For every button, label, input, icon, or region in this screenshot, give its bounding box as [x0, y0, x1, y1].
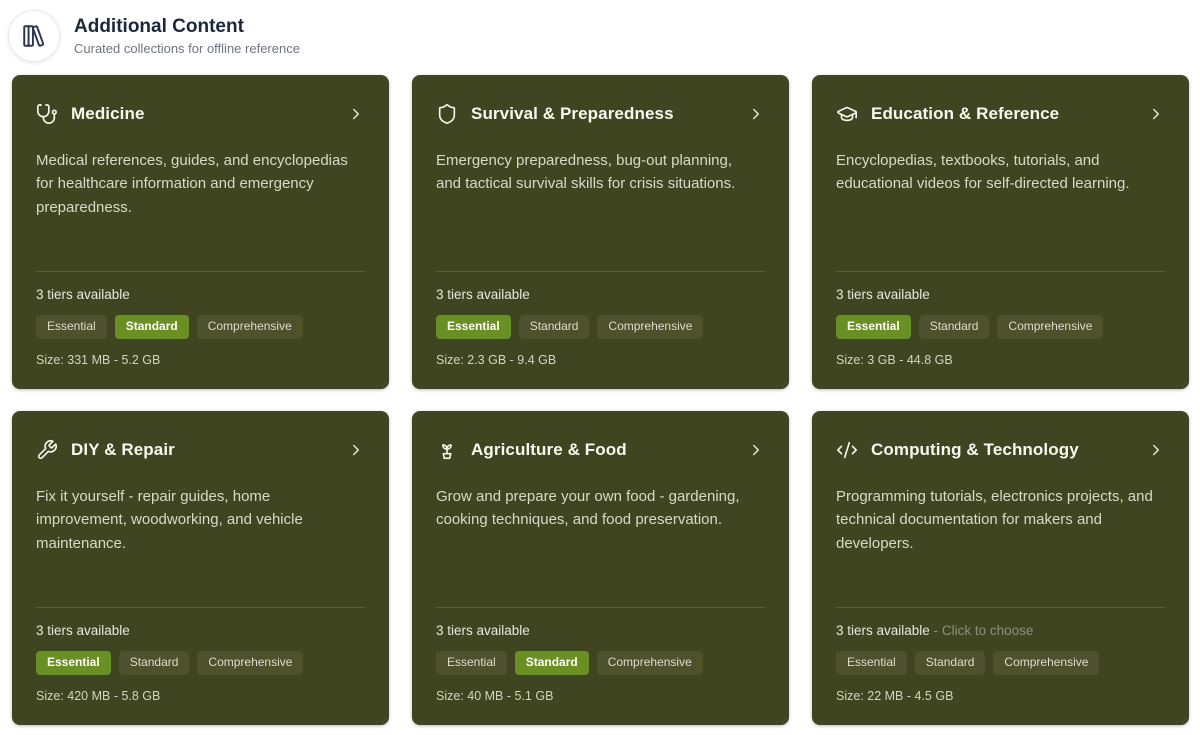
click-to-choose-hint[interactable]: - Click to choose [934, 623, 1034, 638]
tier-badge[interactable]: Comprehensive [993, 651, 1099, 675]
chevron-right-icon[interactable] [747, 105, 765, 123]
tiers-available-text: 3 tiers available [36, 623, 365, 638]
tier-badge[interactable]: Standard [115, 315, 189, 339]
card-title: Medicine [71, 104, 334, 124]
chevron-right-icon[interactable] [1147, 105, 1165, 123]
chevron-right-icon[interactable] [747, 441, 765, 459]
size-range-text: Size: 2.3 GB - 9.4 GB [436, 353, 765, 367]
tier-badge[interactable]: Essential [836, 651, 907, 675]
tier-badge[interactable]: Comprehensive [197, 315, 303, 339]
card-title: Survival & Preparedness [471, 104, 734, 124]
tier-badges: Essential Standard Comprehensive [36, 651, 365, 675]
size-range-text: Size: 420 MB - 5.8 GB [36, 689, 365, 703]
tier-badge[interactable]: Essential [436, 315, 511, 339]
card-description: Emergency preparedness, bug-out planning… [436, 149, 765, 196]
card-survival-preparedness[interactable]: Survival & Preparedness Emergency prepar… [412, 75, 789, 389]
card-title: Computing & Technology [871, 440, 1134, 460]
tier-badge[interactable]: Standard [119, 651, 190, 675]
size-range-text: Size: 40 MB - 5.1 GB [436, 689, 765, 703]
tier-badge[interactable]: Comprehensive [197, 651, 303, 675]
tier-badges: Essential Standard Comprehensive [436, 315, 765, 339]
card-title: DIY & Repair [71, 440, 334, 460]
tier-badge[interactable]: Essential [36, 651, 111, 675]
tiers-available-text: 3 tiers available [436, 287, 765, 302]
tier-badge[interactable]: Standard [519, 315, 590, 339]
card-agriculture-food[interactable]: Agriculture & Food Grow and prepare your… [412, 411, 789, 725]
chevron-right-icon[interactable] [347, 441, 365, 459]
tier-badge[interactable]: Standard [919, 315, 990, 339]
card-description: Programming tutorials, electronics proje… [836, 485, 1165, 555]
code-icon [836, 439, 858, 461]
tier-badge[interactable]: Essential [836, 315, 911, 339]
card-title: Education & Reference [871, 104, 1134, 124]
card-computing-technology[interactable]: Computing & Technology Programming tutor… [812, 411, 1189, 725]
tiers-available-text: 3 tiers available - Click to choose [836, 623, 1165, 638]
library-books-icon [8, 10, 60, 62]
shield-icon [436, 103, 458, 125]
card-medicine[interactable]: Medicine Medical references, guides, and… [12, 75, 389, 389]
card-description: Encyclopedias, textbooks, tutorials, and… [836, 149, 1165, 196]
card-title: Agriculture & Food [471, 440, 734, 460]
size-range-text: Size: 22 MB - 4.5 GB [836, 689, 1165, 703]
tier-badge[interactable]: Comprehensive [997, 315, 1103, 339]
card-description: Medical references, guides, and encyclop… [36, 149, 365, 219]
tiers-available-text: 3 tiers available [836, 287, 1165, 302]
card-description: Grow and prepare your own food - gardeni… [436, 485, 765, 532]
card-education-reference[interactable]: Education & Reference Encyclopedias, tex… [812, 75, 1189, 389]
tiers-available-text: 3 tiers available [36, 287, 365, 302]
stethoscope-icon [36, 103, 58, 125]
content-card-grid: Medicine Medical references, guides, and… [12, 75, 1189, 725]
sprout-icon [436, 439, 458, 461]
page-title: Additional Content [74, 16, 300, 39]
chevron-right-icon[interactable] [1147, 441, 1165, 459]
tier-badge[interactable]: Essential [36, 315, 107, 339]
tier-badge[interactable]: Comprehensive [597, 315, 703, 339]
chevron-right-icon[interactable] [347, 105, 365, 123]
page-header: Additional Content Curated collections f… [8, 10, 300, 62]
tier-badges: Essential Standard Comprehensive [836, 315, 1165, 339]
wrench-icon [36, 439, 58, 461]
size-range-text: Size: 3 GB - 44.8 GB [836, 353, 1165, 367]
card-diy-repair[interactable]: DIY & Repair Fix it yourself - repair gu… [12, 411, 389, 725]
tier-badge[interactable]: Standard [515, 651, 589, 675]
tier-badges: Essential Standard Comprehensive [436, 651, 765, 675]
tier-badges: Essential Standard Comprehensive [836, 651, 1165, 675]
size-range-text: Size: 331 MB - 5.2 GB [36, 353, 365, 367]
tier-badges: Essential Standard Comprehensive [36, 315, 365, 339]
tier-badge[interactable]: Comprehensive [597, 651, 703, 675]
tier-badge[interactable]: Essential [436, 651, 507, 675]
page-subtitle: Curated collections for offline referenc… [74, 41, 300, 56]
card-description: Fix it yourself - repair guides, home im… [36, 485, 365, 555]
graduation-cap-icon [836, 103, 858, 125]
tiers-available-text: 3 tiers available [436, 623, 765, 638]
tier-badge[interactable]: Standard [915, 651, 986, 675]
